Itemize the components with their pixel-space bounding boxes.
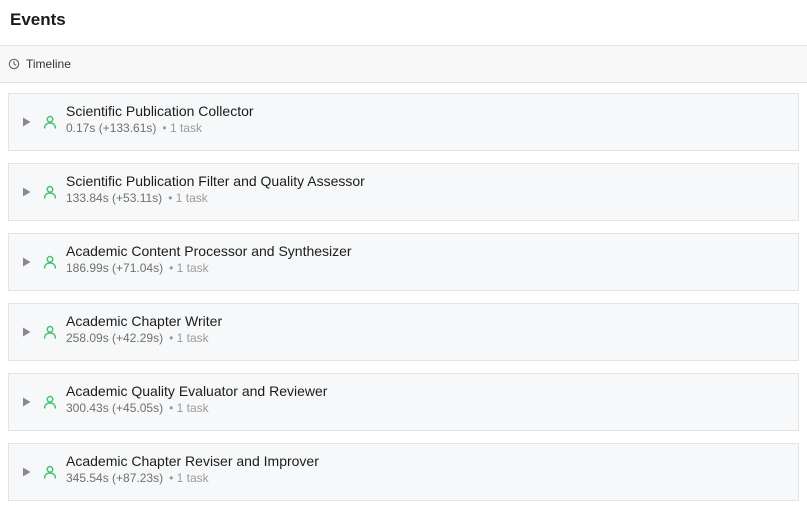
agent-user-icon (43, 325, 57, 339)
event-time: 345.54s (+87.23s) (66, 471, 164, 485)
agent-user-icon (43, 395, 57, 409)
meta-separator: • (169, 261, 174, 275)
expand-triangle-icon[interactable] (21, 257, 31, 267)
events-header: Events (0, 0, 807, 46)
event-time: 258.09s (+42.29s) (66, 331, 164, 345)
expand-triangle-icon[interactable] (21, 467, 31, 477)
meta-separator: • (168, 191, 173, 205)
event-title: Scientific Publication Filter and Qualit… (66, 173, 365, 189)
event-time: 0.17s (+133.61s) (66, 121, 157, 135)
agent-user-icon (43, 185, 57, 199)
event-task-count: 1 task (176, 401, 209, 415)
event-title: Academic Chapter Reviser and Improver (66, 453, 319, 469)
event-task-count: 1 task (175, 191, 208, 205)
event-task-count: 1 task (176, 331, 209, 345)
event-task-count: 1 task (169, 121, 202, 135)
event-title: Academic Quality Evaluator and Reviewer (66, 383, 328, 399)
event-task-count: 1 task (176, 471, 209, 485)
event-row[interactable]: Academic Quality Evaluator and Reviewer … (8, 373, 799, 431)
event-time: 133.84s (+53.11s) (66, 191, 163, 205)
event-meta: 186.99s (+71.04s) • 1 task (66, 260, 352, 276)
event-meta: 258.09s (+42.29s) • 1 task (66, 330, 222, 346)
event-row[interactable]: Scientific Publication Filter and Qualit… (8, 163, 799, 221)
expand-triangle-icon[interactable] (21, 187, 31, 197)
meta-separator: • (169, 401, 174, 415)
agent-user-icon (43, 255, 57, 269)
event-meta: 300.43s (+45.05s) • 1 task (66, 400, 327, 416)
event-row[interactable]: Academic Chapter Reviser and Improver 34… (8, 443, 799, 501)
event-meta: 0.17s (+133.61s) • 1 task (66, 120, 254, 136)
clock-icon (8, 58, 20, 70)
meta-separator: • (162, 121, 167, 135)
events-list: Scientific Publication Collector 0.17s (… (0, 83, 807, 501)
agent-user-icon (43, 115, 57, 129)
event-time: 300.43s (+45.05s) (66, 401, 164, 415)
page-title: Events (10, 9, 66, 29)
event-title: Academic Chapter Writer (66, 313, 223, 329)
event-meta: 133.84s (+53.11s) • 1 task (66, 190, 365, 206)
expand-triangle-icon[interactable] (21, 327, 31, 337)
meta-separator: • (169, 331, 174, 345)
event-title: Scientific Publication Collector (66, 103, 254, 119)
event-task-count: 1 task (176, 261, 209, 275)
event-meta: 345.54s (+87.23s) • 1 task (66, 470, 319, 486)
event-row[interactable]: Academic Chapter Writer 258.09s (+42.29s… (8, 303, 799, 361)
tab-timeline-label: Timeline (26, 57, 71, 71)
agent-user-icon (43, 465, 57, 479)
event-time: 186.99s (+71.04s) (66, 261, 164, 275)
event-row[interactable]: Scientific Publication Collector 0.17s (… (8, 93, 799, 151)
event-title: Academic Content Processor and Synthesiz… (66, 243, 352, 259)
timeline-tab[interactable]: Timeline (0, 46, 807, 83)
expand-triangle-icon[interactable] (21, 397, 31, 407)
event-row[interactable]: Academic Content Processor and Synthesiz… (8, 233, 799, 291)
meta-separator: • (169, 471, 174, 485)
expand-triangle-icon[interactable] (21, 117, 31, 127)
